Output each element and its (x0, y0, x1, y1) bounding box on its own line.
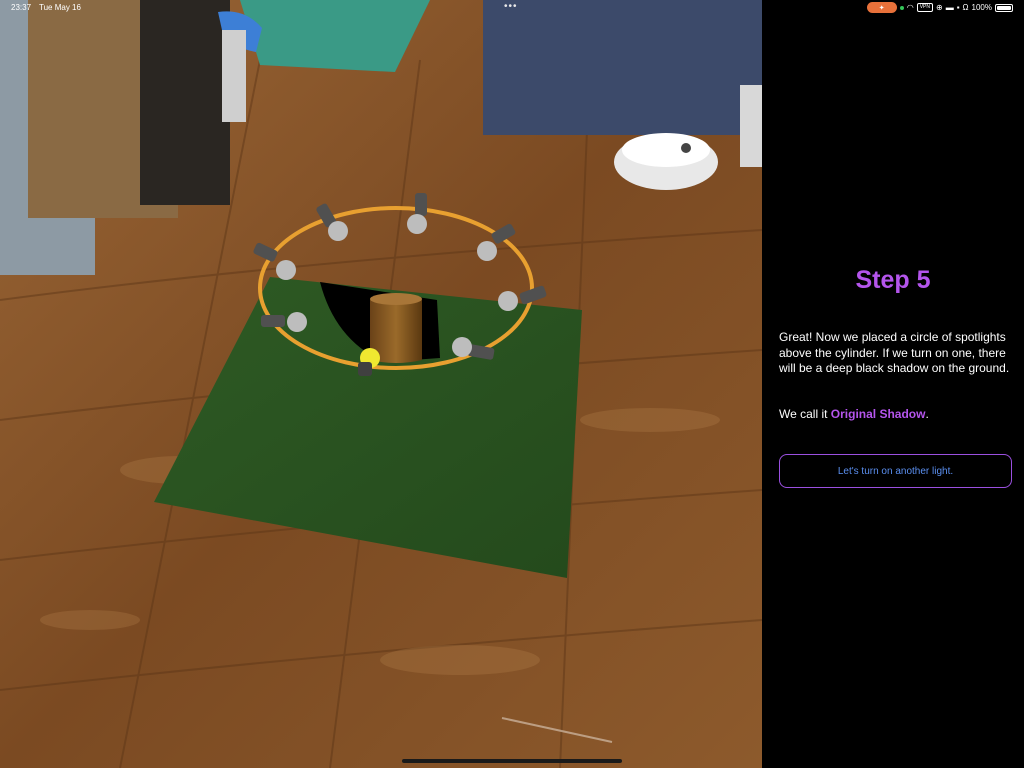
step-title: Step 5 (855, 266, 931, 294)
car-icon: ▬ (945, 2, 954, 12)
battery-icon (995, 3, 1013, 12)
status-time: 23:37 (11, 3, 32, 12)
battery-percent: 100% (971, 3, 992, 12)
ar-scene-graphic (0, 0, 762, 768)
shadow-name-suffix: . (925, 407, 929, 421)
shadow-name-prefix: We call it (779, 407, 831, 421)
status-date: Tue May 16 (39, 3, 81, 12)
status-bar: 23:37 Tue May 16 ••• ✦ ◠ VPN ⊕ ▬ ▪ Ω 100… (0, 0, 1024, 16)
lock-icon: ▪ (956, 2, 960, 12)
home-indicator[interactable] (402, 759, 622, 763)
location-icon: ⊕ (936, 2, 943, 12)
wifi-icon: ◠ (906, 2, 914, 12)
shadow-term: Original Shadow (830, 407, 926, 421)
ar-app-screen: Step 5 Great! Now we placed a circle of … (0, 0, 1024, 768)
ar-scene-view[interactable] (0, 0, 762, 768)
turn-on-another-light-button[interactable]: Let's turn on another light. (779, 454, 1012, 488)
camera-in-use-dot-icon (899, 5, 904, 10)
vpn-badge: VPN (916, 3, 933, 12)
instruction-panel: Step 5 Great! Now we placed a circle of … (762, 0, 1024, 768)
instruction-text: Great! Now we placed a circle of spotlig… (779, 330, 1010, 375)
swift-playgrounds-pill-icon[interactable]: ✦ (866, 2, 897, 13)
multitasking-dots-icon[interactable]: ••• (504, 1, 518, 12)
headphones-icon: Ω (962, 2, 969, 12)
shadow-name-line: We call it Original Shadow. (779, 407, 1015, 421)
status-icons: ✦ ◠ VPN ⊕ ▬ ▪ Ω 100% (866, 2, 1013, 13)
